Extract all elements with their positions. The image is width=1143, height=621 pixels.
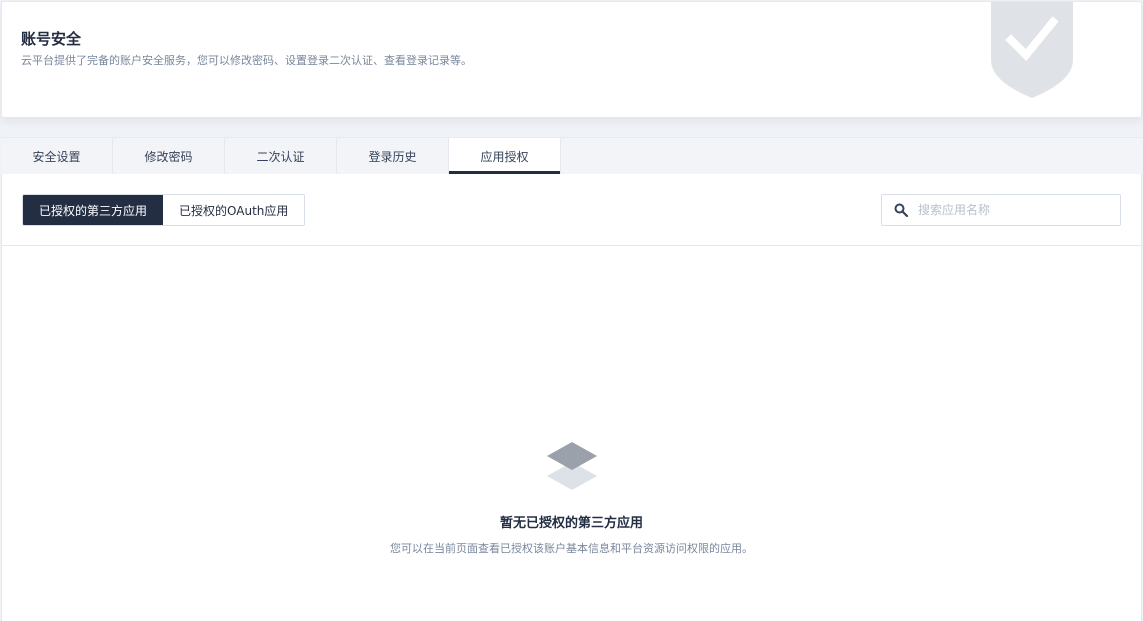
oauth-apps-button[interactable]: 已授权的OAuth应用 [163, 195, 305, 225]
shield-check-icon [991, 2, 1073, 98]
search-icon [894, 203, 908, 217]
account-security-page: 账号安全 云平台提供了完备的账户安全服务，您可以修改密码、设置登录二次认证、查看… [0, 0, 1143, 621]
tab-two-factor-auth[interactable]: 二次认证 [225, 138, 337, 174]
content-panel: 已授权的第三方应用 已授权的OAuth应用 暂无已授权的第三方应用 您可以在当前… [1, 174, 1142, 621]
toolbar: 已授权的第三方应用 已授权的OAuth应用 [2, 174, 1141, 246]
tab-label: 登录历史 [368, 149, 417, 164]
app-type-switch: 已授权的第三方应用 已授权的OAuth应用 [22, 194, 306, 226]
tab-change-password[interactable]: 修改密码 [113, 138, 225, 174]
tab-label: 应用授权 [480, 149, 529, 164]
search-box[interactable] [881, 194, 1121, 226]
empty-state-title: 暂无已授权的第三方应用 [499, 516, 643, 531]
tab-app-authorization[interactable]: 应用授权 [449, 138, 561, 175]
tab-login-history[interactable]: 登录历史 [337, 138, 449, 174]
page-title: 账号安全 [21, 30, 82, 48]
third-party-apps-button[interactable]: 已授权的第三方应用 [23, 195, 164, 225]
page-description: 云平台提供了完备的账户安全服务，您可以修改密码、设置登录二次认证、查看登录记录等… [21, 54, 472, 67]
tab-label: 修改密码 [144, 149, 193, 164]
empty-state-description: 您可以在当前页面查看已授权该账户基本信息和平台资源访问权限的应用。 [390, 542, 753, 555]
tab-security-settings[interactable]: 安全设置 [1, 138, 113, 174]
tab-bar: 安全设置 修改密码 二次认证 登录历史 应用授权 [1, 137, 1142, 175]
tab-label: 安全设置 [32, 149, 81, 164]
page-header-banner: 账号安全 云平台提供了完备的账户安全服务，您可以修改密码、设置登录二次认证、查看… [1, 1, 1142, 118]
search-input[interactable] [918, 196, 1108, 224]
layers-icon [547, 442, 597, 490]
tab-label: 二次认证 [256, 149, 305, 164]
